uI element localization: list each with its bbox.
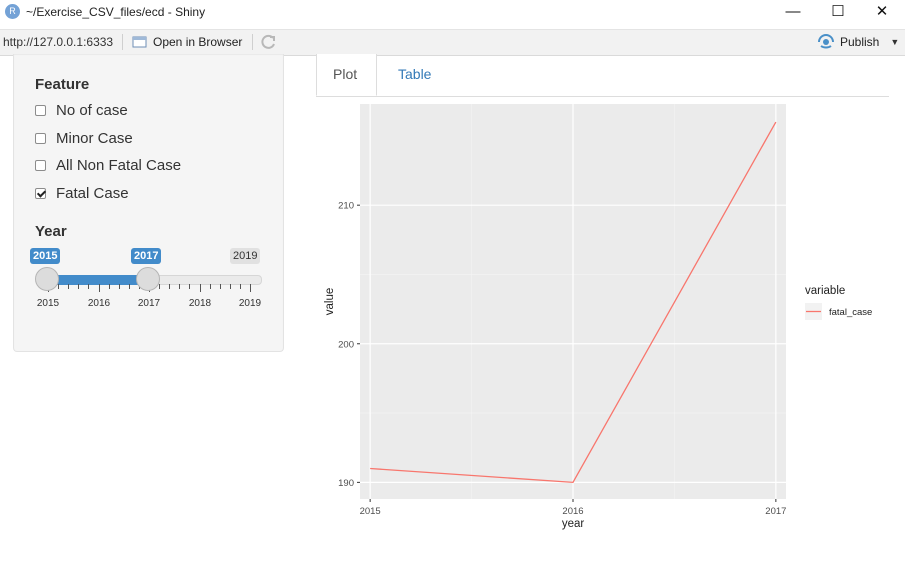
slider-to-value: 2017 bbox=[131, 248, 162, 264]
checkbox-box[interactable] bbox=[35, 159, 46, 171]
checkbox-box[interactable] bbox=[35, 104, 46, 116]
legend-title: variable bbox=[805, 285, 845, 297]
checkbox-minor-case[interactable]: Minor Case bbox=[35, 128, 133, 148]
tab-table[interactable]: Table bbox=[382, 54, 447, 96]
slider-from-value: 2015 bbox=[30, 248, 61, 264]
year-heading: Year bbox=[35, 223, 67, 240]
checkbox-label: All Non Fatal Case bbox=[56, 156, 182, 174]
slider-tick bbox=[250, 284, 251, 292]
y-tick-label: 210 bbox=[338, 201, 354, 212]
slider-tick bbox=[88, 284, 90, 289]
slider-tick bbox=[229, 284, 231, 289]
open-in-browser-label: Open in Browser bbox=[153, 35, 243, 49]
x-tick-label: 2016 bbox=[562, 506, 583, 517]
slider-tick-label: 2015 bbox=[36, 298, 60, 309]
sidebar-panel: Feature No of case Minor Case All Non Fa… bbox=[13, 54, 284, 352]
slider-max-value: 2019 bbox=[230, 248, 261, 264]
browser-window-icon bbox=[132, 36, 147, 48]
x-tick-label: 2015 bbox=[360, 506, 381, 517]
checkbox-label: No of case bbox=[56, 101, 128, 119]
open-in-browser-button[interactable]: Open in Browser bbox=[132, 33, 242, 51]
tab-bar: Plot Table bbox=[316, 54, 889, 97]
slider-tick bbox=[58, 284, 60, 289]
window-title: ~/Exercise_CSV_files/ecd - Shiny bbox=[26, 5, 206, 19]
slider-tick-label: 2017 bbox=[137, 298, 161, 309]
plot-output: 2015 2016 2017 190 200 210 year value variable fa… bbox=[316, 100, 905, 540]
checkbox-box[interactable] bbox=[35, 132, 46, 144]
checkbox-fatal-case[interactable]: Fatal Case bbox=[35, 183, 129, 203]
url-display[interactable]: http://127.0.0.1:6333 bbox=[3, 35, 113, 49]
close-button[interactable]: ✕ bbox=[859, 0, 905, 26]
publish-button[interactable]: Publish ▼ bbox=[817, 33, 899, 51]
r-app-icon: R bbox=[5, 4, 20, 19]
line-chart: 2015 2016 2017 190 200 210 year value variable fa… bbox=[324, 104, 872, 530]
slider-tick bbox=[118, 284, 120, 289]
viewer-toolbar: http://127.0.0.1:6333 Open in Browser Pu… bbox=[0, 29, 905, 56]
slider-tick bbox=[189, 284, 191, 289]
slider-tick bbox=[108, 284, 110, 289]
slider-tick-label: 2016 bbox=[87, 298, 111, 309]
maximize-button[interactable]: ☐ bbox=[815, 0, 861, 26]
slider-tick bbox=[209, 284, 211, 289]
slider-tick bbox=[219, 284, 221, 289]
slider-tick bbox=[169, 284, 171, 289]
slider-tick bbox=[159, 284, 161, 289]
slider-tick bbox=[98, 284, 100, 292]
publish-icon bbox=[818, 34, 834, 49]
refresh-icon[interactable] bbox=[260, 33, 278, 51]
slider-handle-from[interactable] bbox=[35, 267, 59, 291]
slider-tick-label: 2018 bbox=[188, 298, 212, 309]
checkbox-label: Fatal Case bbox=[56, 184, 129, 202]
x-tick-label: 2017 bbox=[765, 506, 786, 517]
slider-tick bbox=[68, 284, 70, 289]
x-axis-title: year bbox=[562, 518, 585, 530]
y-axis-title: value bbox=[324, 288, 336, 316]
publish-dropdown-icon[interactable]: ▼ bbox=[890, 37, 899, 47]
slider-tick bbox=[239, 284, 241, 289]
tab-plot[interactable]: Plot bbox=[316, 54, 377, 96]
checkbox-all-non-fatal-case[interactable]: All Non Fatal Case bbox=[35, 155, 181, 175]
checkbox-no-of-case[interactable]: No of case bbox=[35, 100, 128, 120]
slider-tick bbox=[199, 284, 201, 292]
legend-label: fatal_case bbox=[829, 307, 872, 318]
slider-tick-label: 2019 bbox=[238, 298, 262, 309]
slider-tick bbox=[128, 284, 130, 289]
checkbox-label: Minor Case bbox=[56, 129, 133, 147]
toolbar-separator bbox=[122, 34, 123, 50]
toolbar-separator bbox=[252, 34, 253, 50]
checkbox-box-checked[interactable] bbox=[35, 187, 46, 199]
slider-tick bbox=[179, 284, 181, 289]
slider-tick bbox=[78, 284, 80, 289]
publish-label: Publish bbox=[840, 35, 880, 49]
window-title-bar: R ~/Exercise_CSV_files/ecd - Shiny — ☐ ✕ bbox=[0, 0, 905, 26]
y-tick-label: 200 bbox=[338, 339, 354, 350]
slider-handle-to[interactable] bbox=[136, 267, 160, 291]
minimize-button[interactable]: — bbox=[770, 0, 816, 26]
y-tick-label: 190 bbox=[338, 478, 354, 489]
feature-heading: Feature bbox=[35, 76, 90, 93]
